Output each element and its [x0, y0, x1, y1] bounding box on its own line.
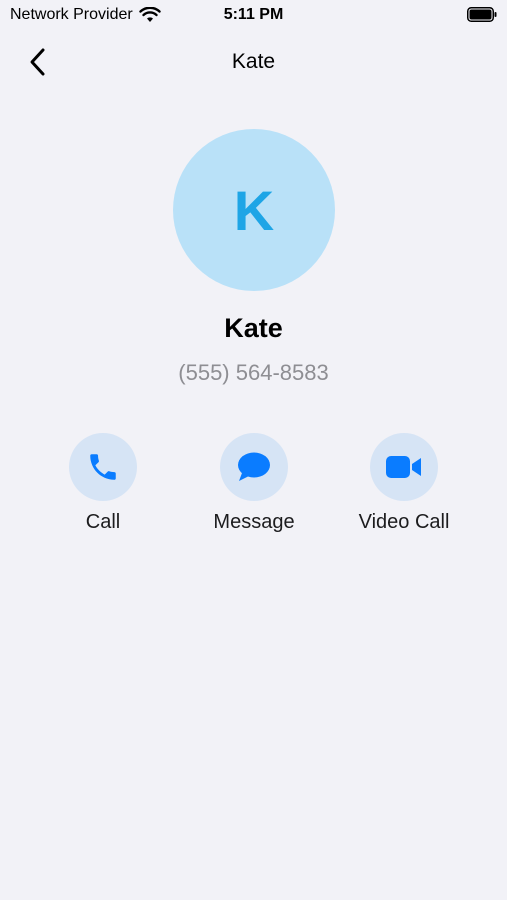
- video-call-icon-circle: [370, 433, 438, 501]
- video-call-label: Video Call: [358, 511, 450, 533]
- avatar: K: [173, 129, 335, 291]
- page-title: Kate: [231, 50, 276, 73]
- phone-icon: [90, 454, 116, 480]
- contact-actions: Call Message Video Call: [0, 433, 507, 553]
- call-label: Call: [85, 511, 121, 533]
- call-icon-circle: [69, 433, 137, 501]
- avatar-initial: K: [233, 178, 275, 242]
- battery-icon: [467, 7, 497, 22]
- video-camera-icon: [386, 456, 421, 478]
- status-time: 5:11 PM: [223, 6, 284, 23]
- contact-name: Kate: [224, 313, 283, 343]
- message-button[interactable]: Message: [189, 433, 319, 534]
- status-bar: Network Provider 5:11 PM: [0, 0, 507, 30]
- navigation-bar: Kate: [0, 40, 507, 84]
- contact-phone: (555) 564-8583: [178, 360, 329, 385]
- video-call-button[interactable]: Video Call: [339, 433, 469, 534]
- message-label: Message: [213, 511, 295, 533]
- call-button[interactable]: Call: [38, 433, 168, 534]
- message-icon-circle: [220, 433, 288, 501]
- message-bubble-icon: [238, 452, 270, 481]
